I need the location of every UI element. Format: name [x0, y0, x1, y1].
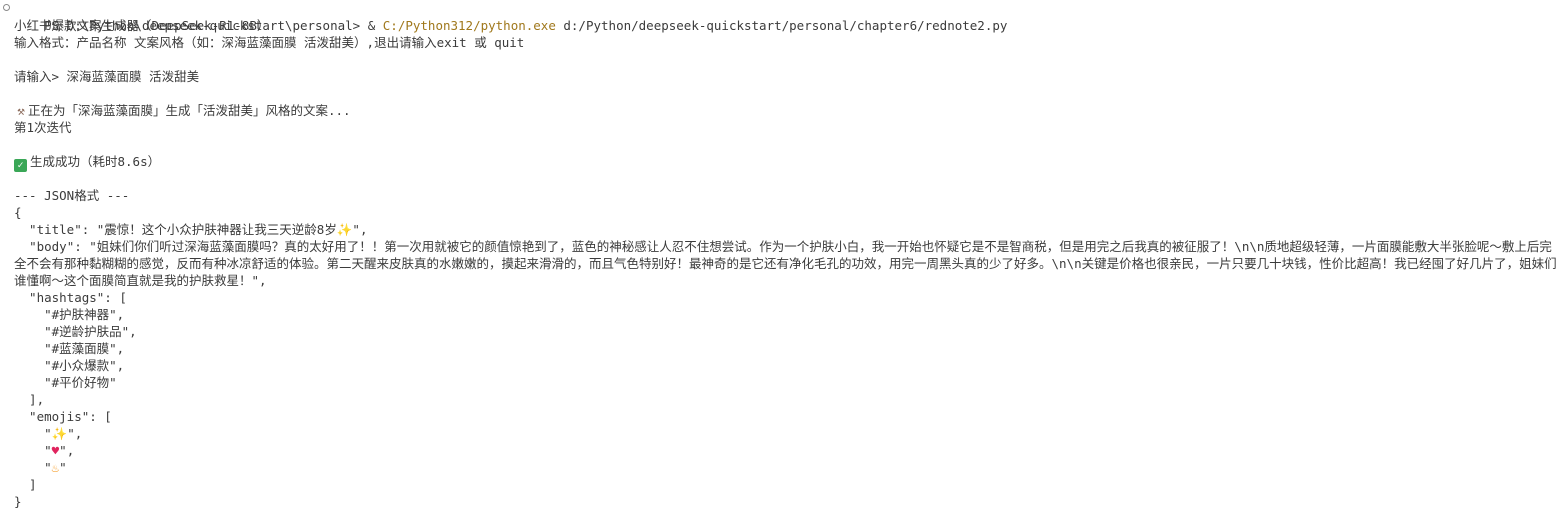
json-hashtags-close: ], — [14, 392, 45, 407]
json-body-line: "body": "姐妹们你们听过深海蓝藻面膜吗？真的太好用了！！第一次用就被它的… — [14, 239, 1557, 288]
emoji-item: "✨", — [2, 425, 1560, 442]
circle-icon — [3, 4, 10, 11]
json-header: --- JSON格式 --- — [14, 188, 130, 203]
json-title-text: "title": "震惊！这个小众护肤神器让我三天逆龄8岁 — [14, 222, 337, 237]
success-line: ✓ 生成成功（耗时8.6s） — [2, 153, 1560, 172]
command-line: PS D:\Python\deepseek-quickstart\persona… — [2, 0, 1560, 33]
emoji-item: "♥", — [2, 442, 1560, 459]
json-emojis-open: "emojis": [ — [14, 409, 112, 424]
json-title-line: "title": "震惊！这个小众护肤神器让我三天逆龄8岁✨", — [2, 221, 1560, 238]
json-hashtags-open: "hashtags": [ — [14, 290, 127, 305]
app-title: 小红书爆款文案生成器（DeepSeek-R1-8B） — [14, 18, 270, 33]
emoji-quote-close: ", — [59, 443, 75, 458]
emoji-quote-close: " — [59, 460, 67, 475]
sparkles-icon: ✨ — [51, 426, 68, 441]
input-hint: 输入格式：产品名称 文案风格（如：深海蓝藻面膜 活泼甜美）,退出请输入exit … — [14, 35, 525, 50]
json-emojis-close: ] — [14, 477, 37, 492]
hashtag-item: "#小众爆款", — [14, 358, 125, 373]
json-title-end: ", — [352, 222, 368, 237]
sparkles-icon: ✨ — [336, 222, 353, 237]
user-input-line: 请输入> 深海蓝藻面膜 活泼甜美 — [14, 69, 200, 84]
hashtag-item: "#逆龄护肤品", — [14, 324, 137, 339]
json-close-brace: } — [14, 494, 22, 509]
hashtag-item: "#蓝藻面膜", — [14, 341, 125, 356]
emoji-quote-open: " — [14, 426, 52, 441]
generating-text: 正在为「深海蓝藻面膜」生成「活泼甜美」风格的文案... — [28, 103, 351, 118]
emoji-quote-open: " — [14, 443, 52, 458]
generating-line: ⚒ 正在为「深海蓝藻面膜」生成「活泼甜美」风格的文案... — [2, 102, 1560, 119]
hashtag-item: "#护肤神器", — [14, 307, 125, 322]
hammer-and-wrench-icon: ⚒ — [17, 103, 25, 118]
emoji-item: "♨" — [2, 459, 1560, 476]
json-open-brace: { — [14, 205, 22, 220]
emoji-quote-open: " — [14, 460, 52, 475]
emoji-quote-close: ", — [67, 426, 83, 441]
terminal-output[interactable]: PS D:\Python\deepseek-quickstart\persona… — [0, 0, 1564, 516]
hashtag-item: "#平价好物" — [14, 375, 117, 390]
success-text: 生成成功（耗时8.6s） — [30, 154, 161, 169]
iteration-line: 第1次迭代 — [14, 120, 72, 135]
